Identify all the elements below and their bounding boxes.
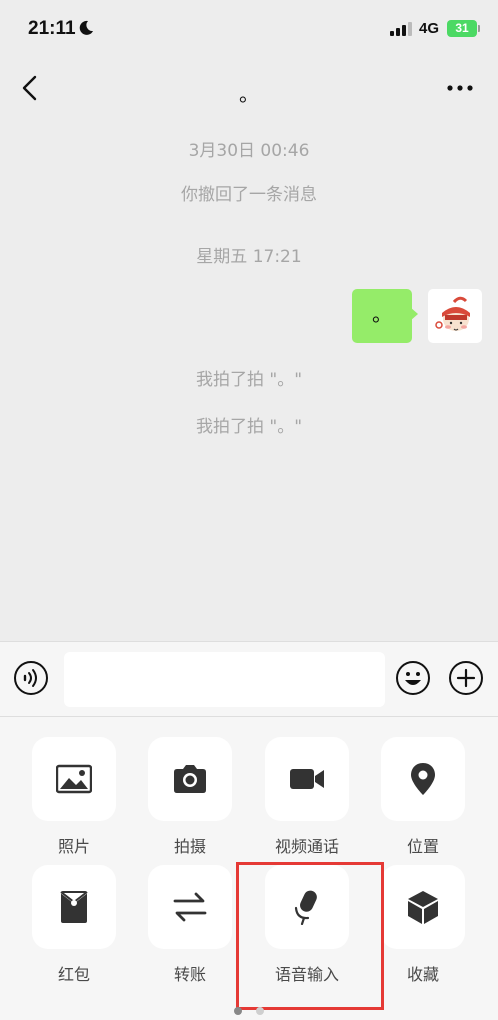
battery-level: 31 [455,21,469,35]
panel-item-label: 红包 [57,965,90,984]
chat-timestamp: 星期五 17:21 [196,247,302,267]
photo-icon [56,764,92,794]
panel-item-label: 拍摄 [173,837,206,856]
highlight-box [236,862,384,1010]
battery-indicator: 31 [447,20,477,37]
more-options-icon[interactable] [444,78,476,98]
panel-item-video-call[interactable] [265,737,349,821]
bubble-tail [410,307,418,321]
sent-message-bubble[interactable]: 。 [352,289,412,343]
avatar[interactable] [428,289,482,343]
moon-icon [79,20,93,35]
panel-item-favorites[interactable] [381,865,465,949]
status-time: 21:11 [28,18,76,39]
panel-item-transfer[interactable] [148,865,232,949]
page-indicator-dot [256,1007,264,1015]
transfer-icon [173,892,207,922]
chat-timestamp: 3月30日 00:46 [188,141,310,161]
pat-notice: 我拍了拍 "。" [195,370,303,390]
signal-icon [390,22,412,36]
plus-icon[interactable] [448,660,484,696]
location-icon [411,763,435,795]
recall-notice: 你撤回了一条消息 [181,185,317,205]
panel-item-label: 转账 [173,965,206,984]
camera-icon [174,765,206,793]
page-indicator-dot-active [234,1007,242,1015]
panel-item-label: 位置 [406,837,439,856]
pat-notice: 我拍了拍 "。" [195,417,303,437]
voice-mode-icon[interactable] [13,660,49,696]
cartoon-avatar-icon [435,296,470,331]
emoji-icon[interactable] [395,660,431,696]
message-input[interactable] [64,652,385,707]
panel-item-camera[interactable] [148,737,232,821]
status-bar: 21:11 4G 31 [0,0,498,60]
battery-tip [478,25,480,32]
network-type: 4G [419,20,440,37]
panel-item-label: 视频通话 [274,837,339,856]
favorites-icon [408,891,438,924]
red-packet-icon [60,891,88,923]
chat-title: 。 [239,82,259,106]
panel-item-location[interactable] [381,737,465,821]
panel-item-red-packet[interactable] [32,865,116,949]
panel-item-label: 照片 [57,837,90,856]
panel-item-photo[interactable] [32,737,116,821]
video-call-icon [290,769,324,789]
